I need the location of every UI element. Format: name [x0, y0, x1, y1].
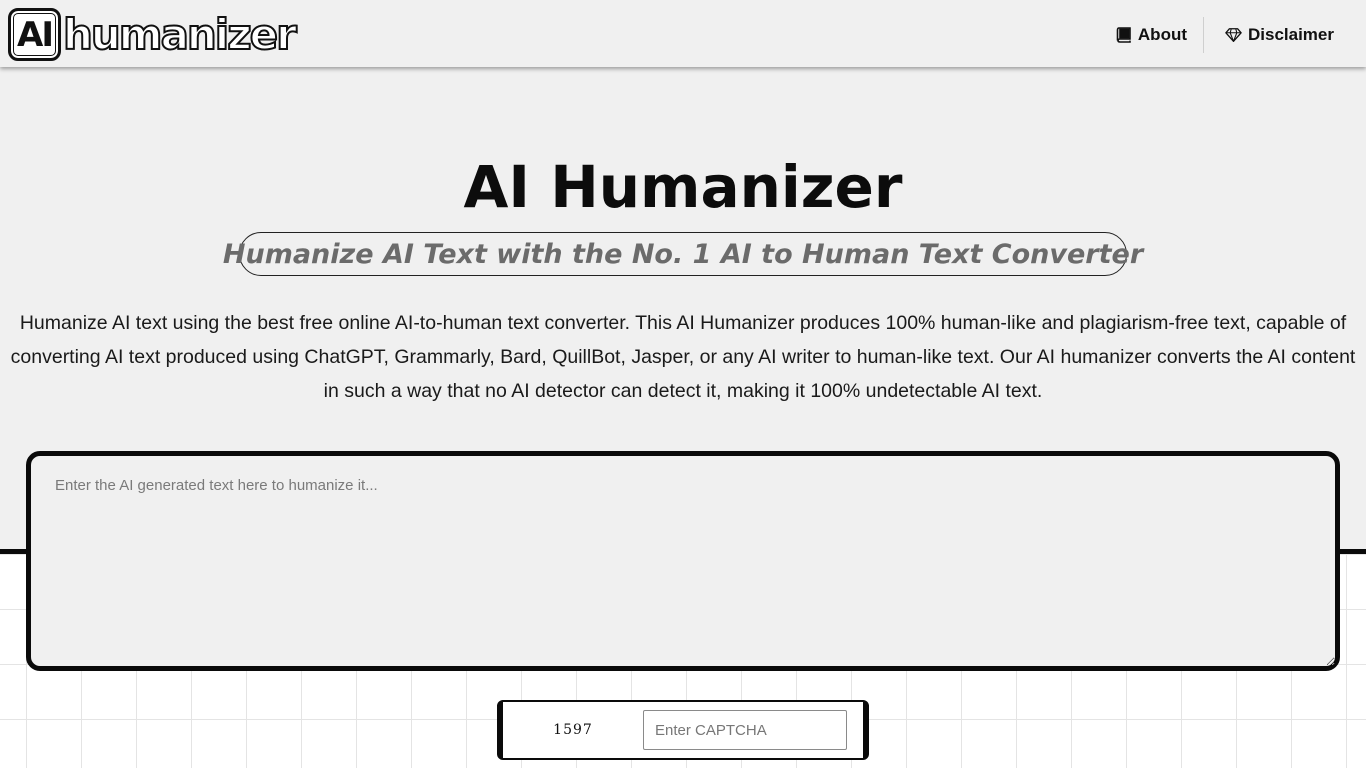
ai-text-input[interactable] [26, 451, 1340, 671]
logo-wordmark: humanizer [62, 9, 298, 60]
site-header: AI humanizer About Disclaimer [0, 0, 1366, 67]
nav-disclaimer-link[interactable]: Disclaimer [1225, 25, 1334, 45]
nav-divider [1203, 17, 1204, 53]
captcha-panel: 1597 [497, 700, 869, 760]
intro-paragraph: Humanize AI text using the best free onl… [10, 312, 1356, 402]
nav-about-label: About [1137, 25, 1187, 44]
captcha-input[interactable] [643, 710, 847, 750]
logo-mark: AI [8, 8, 61, 61]
site-logo[interactable]: AI humanizer [8, 8, 298, 61]
diamond-icon [1225, 27, 1242, 44]
page-title: AI Humanizer [463, 153, 903, 221]
nav-about-link[interactable]: About [1115, 25, 1187, 45]
main-nav: About Disclaimer [1115, 17, 1334, 53]
book-icon [1115, 27, 1132, 44]
page-subtitle: Humanize AI Text with the No. 1 AI to Hu… [223, 232, 1143, 276]
nav-disclaimer-label: Disclaimer [1248, 25, 1334, 44]
captcha-code: 1597 [553, 722, 593, 738]
